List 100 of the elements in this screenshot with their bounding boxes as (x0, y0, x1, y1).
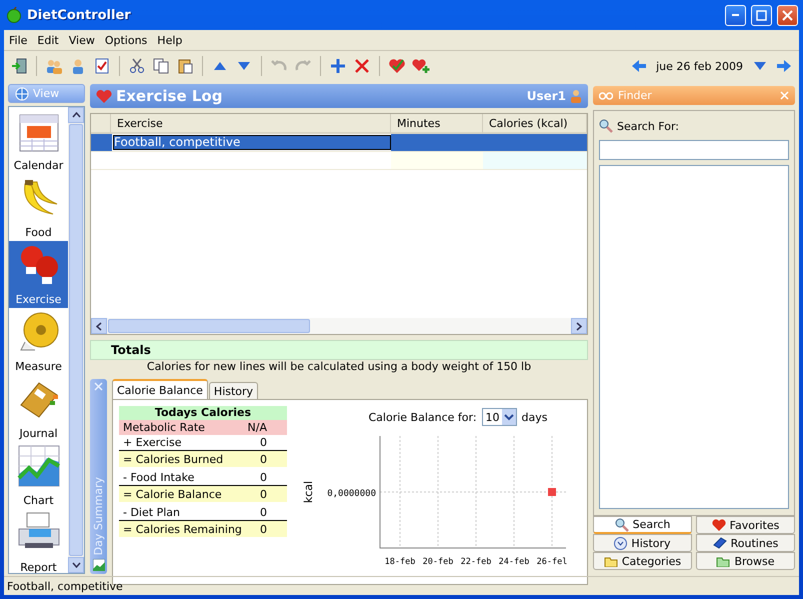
heart-check-icon (388, 58, 406, 74)
heart-icon (712, 519, 726, 531)
summary-value: 0 (260, 488, 267, 500)
folder-icon (716, 555, 730, 567)
scroll-left-button[interactable] (91, 318, 107, 334)
tab[interactable]: Calorie Balance (112, 379, 208, 399)
column-header[interactable]: Exercise (111, 114, 391, 134)
left-arrow-icon (631, 59, 648, 73)
copy-icon (153, 58, 169, 74)
finder-tab[interactable]: Search (593, 516, 692, 534)
summary-value: N/A (248, 421, 267, 434)
delete-icon (355, 59, 369, 73)
finder-title: Finder (618, 89, 653, 102)
days-dropdown[interactable]: 10 (482, 408, 517, 426)
scroll-up-button[interactable] (68, 107, 84, 123)
chart-icon (92, 559, 104, 571)
close-icon (780, 91, 789, 100)
summary-label: = Calories Burned (123, 452, 224, 466)
minimize-icon (732, 14, 739, 16)
checklist-icon (94, 58, 110, 74)
y-value-label: 0,0000000 (327, 489, 376, 499)
user-icon (570, 89, 582, 103)
table-cell[interactable] (483, 134, 587, 152)
minimize-button[interactable] (725, 4, 746, 26)
finder-tab[interactable]: Favorites (696, 516, 795, 534)
folder-icon (604, 555, 618, 567)
down-triangle-icon (754, 62, 766, 70)
summary-value: 0 (260, 522, 267, 536)
column-header[interactable]: Calories (kcal) (483, 114, 587, 134)
menu-item[interactable]: Help (152, 34, 188, 46)
dropdown-chevron-icon (502, 409, 516, 425)
users-icon (45, 58, 63, 74)
search-field[interactable] (599, 140, 789, 160)
tab[interactable]: History (208, 382, 258, 399)
finder-tab[interactable]: History (593, 534, 692, 552)
menu-item[interactable]: View (64, 34, 100, 46)
plus-icon (330, 58, 346, 74)
right-arrow-icon (776, 59, 792, 73)
balance-label: Calorie Balance for: (368, 410, 477, 424)
y-axis-label: kcal (302, 480, 315, 504)
table-cell[interactable] (391, 134, 483, 152)
search-icon (614, 518, 629, 532)
summary-label: = Calories Remaining (123, 522, 242, 536)
summary-label: + Exercise (123, 436, 182, 449)
book-icon (712, 537, 727, 549)
scroll-right-button[interactable] (571, 318, 587, 334)
binoculars-icon (599, 91, 613, 100)
day-summary-title: Day Summary (92, 476, 105, 555)
left-chevron-icon (96, 322, 102, 330)
close-button[interactable] (777, 4, 798, 26)
x-tick-label: 18-feb (384, 557, 416, 567)
new-row-minutes-cell[interactable] (391, 152, 483, 170)
scroll-down-button[interactable] (68, 557, 84, 573)
summary-label: Metabolic Rate (123, 421, 205, 434)
up-chevron-icon (72, 112, 80, 118)
maximize-button[interactable] (751, 4, 772, 26)
right-chevron-icon (576, 322, 582, 330)
scroll-thumb[interactable] (108, 319, 310, 333)
status-text: Football, competitive (7, 580, 123, 592)
x-tick-label: 20-feb (422, 557, 454, 567)
menu-item[interactable]: Edit (32, 34, 64, 46)
x-tick-label: 24-feb (498, 557, 530, 567)
summary-value: 0 (260, 506, 267, 519)
body-weight-note: Calories for new lines will be calculated using a body weight of 150 lb (146, 360, 532, 374)
finder-tab[interactable]: Routines (696, 534, 795, 552)
table-cell[interactable]: Football, competitive (111, 134, 391, 152)
down-triangle-icon (238, 62, 250, 70)
summary-value: 0 (260, 452, 267, 466)
summary-value: 0 (260, 471, 267, 484)
row-selector[interactable] (91, 134, 111, 152)
column-header[interactable]: Minutes (391, 114, 483, 134)
summary-value: 0 (260, 436, 267, 449)
clock-icon (614, 536, 628, 550)
close-icon (782, 10, 793, 20)
x-tick-label: 26-fel (536, 557, 568, 567)
area-chart-icon (16, 444, 60, 488)
finder-tab[interactable]: Categories (593, 552, 692, 570)
search-label: Search For: (617, 120, 679, 132)
summary-label: = Calorie Balance (123, 488, 222, 500)
date-label: jue 26 feb 2009 (656, 60, 743, 72)
totals-label: Totals (111, 343, 151, 357)
section-title: Exercise Log (116, 87, 224, 105)
data-point (548, 488, 556, 496)
hearts-plus-icon (412, 58, 430, 74)
menu-item[interactable]: Options (100, 34, 152, 46)
menu-item[interactable]: File (4, 34, 32, 46)
summary-label: - Food Intake (123, 471, 194, 484)
close-icon (94, 382, 103, 391)
globe-icon (15, 86, 29, 100)
up-triangle-icon (214, 62, 226, 70)
finder-tab[interactable]: Browse (696, 552, 795, 570)
summary-heading: Todays Calories (119, 406, 287, 420)
nav-item[interactable]: Exercise (9, 241, 68, 308)
row-header-corner (91, 114, 111, 134)
apple-icon (6, 7, 22, 23)
days-unit: days (522, 410, 548, 424)
x-tick-label: 22-feb (460, 557, 492, 567)
scroll-thumb[interactable] (69, 124, 83, 556)
down-chevron-icon (72, 562, 80, 568)
new-row-calories-cell[interactable] (483, 152, 587, 170)
